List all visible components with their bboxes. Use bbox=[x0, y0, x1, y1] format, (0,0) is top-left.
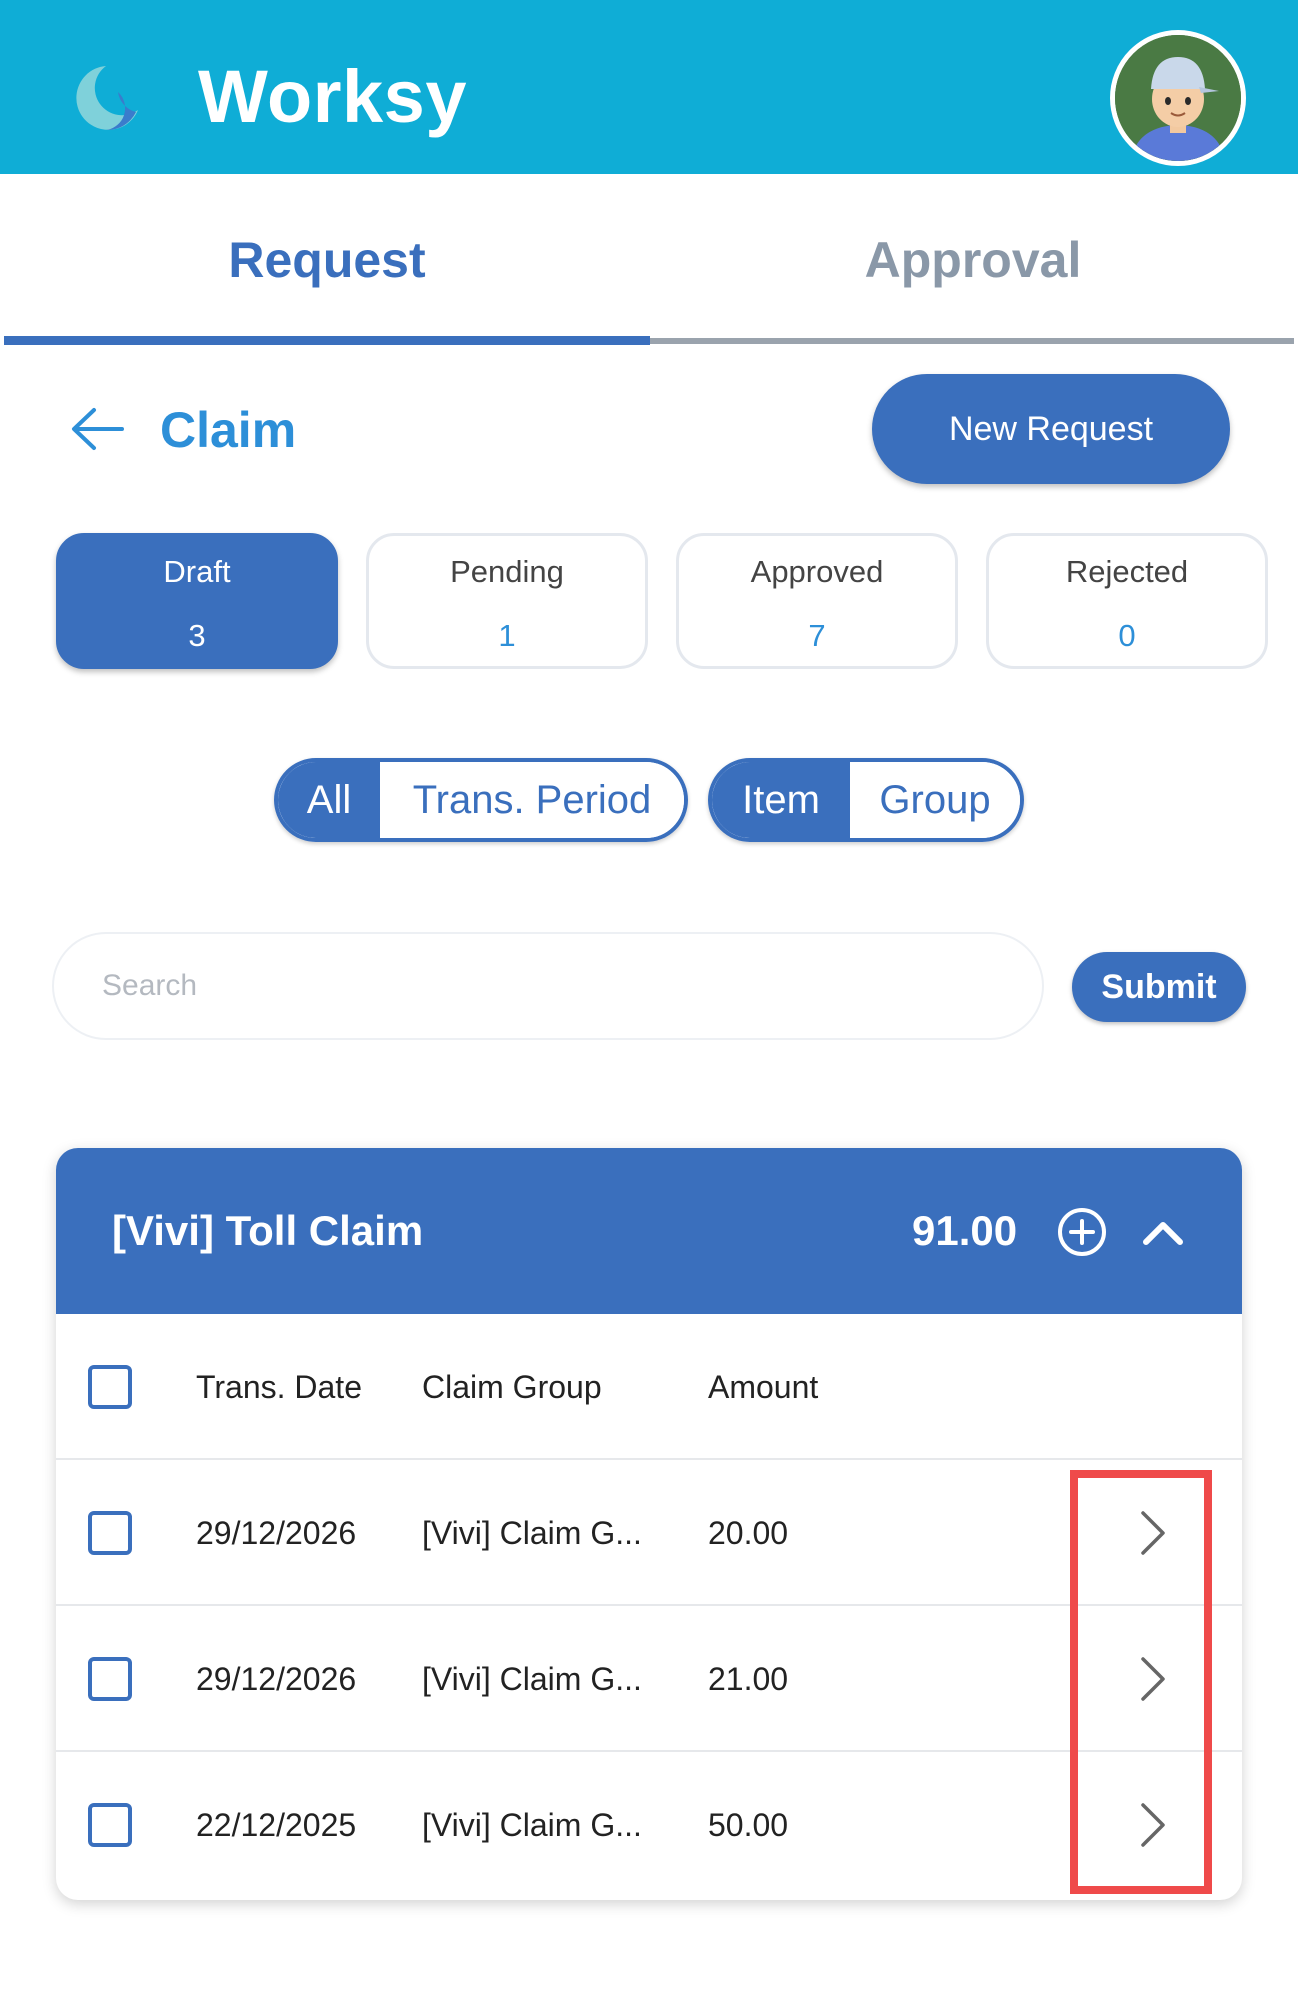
toggle-item[interactable]: Item bbox=[712, 762, 850, 838]
status-count: 3 bbox=[188, 618, 206, 653]
column-header-claim-group: Claim Group bbox=[422, 1368, 602, 1405]
select-all-checkbox[interactable] bbox=[88, 1365, 132, 1409]
status-card-pending[interactable]: Pending 1 bbox=[366, 533, 648, 669]
view-toggle: Item Group bbox=[708, 758, 1024, 842]
toggle-trans-period[interactable]: Trans. Period bbox=[380, 762, 684, 838]
status-label: Rejected bbox=[1065, 554, 1189, 589]
row-claim-group: [Vivi] Claim G... bbox=[422, 1660, 642, 1697]
status-count: 0 bbox=[1118, 618, 1136, 653]
status-card-draft[interactable]: Draft 3 bbox=[56, 533, 338, 669]
status-label: Approved bbox=[750, 554, 884, 589]
row-amount: 20.00 bbox=[708, 1514, 789, 1551]
tab-request[interactable]: Request bbox=[4, 174, 650, 346]
status-label: Draft bbox=[163, 554, 231, 589]
claim-group-total: 91.00 bbox=[912, 1207, 1018, 1254]
claim-group-card: [Vivi] Toll Claim 91.00 Trans. Date Clai… bbox=[56, 1148, 1242, 1900]
new-request-button[interactable]: New Request bbox=[872, 374, 1230, 484]
status-count: 1 bbox=[498, 618, 516, 653]
status-card-approved[interactable]: Approved 7 bbox=[676, 533, 958, 669]
status-label: Pending bbox=[450, 554, 564, 589]
row-date: 22/12/2025 bbox=[196, 1806, 357, 1843]
chevron-up-icon[interactable] bbox=[1138, 1208, 1188, 1258]
highlight-box bbox=[1070, 1470, 1212, 1894]
column-header-amount: Amount bbox=[708, 1368, 819, 1405]
user-avatar-icon bbox=[1115, 35, 1241, 161]
row-checkbox[interactable] bbox=[88, 1803, 132, 1847]
submit-button[interactable]: Submit bbox=[1072, 952, 1246, 1022]
row-amount: 50.00 bbox=[708, 1806, 789, 1843]
claim-group-header[interactable]: [Vivi] Toll Claim 91.00 bbox=[56, 1148, 1242, 1314]
arrow-left-icon[interactable] bbox=[68, 404, 126, 454]
period-toggle: All Trans. Period bbox=[274, 758, 688, 842]
row-claim-group: [Vivi] Claim G... bbox=[422, 1806, 642, 1843]
app-header: Worksy bbox=[0, 0, 1298, 174]
status-card-rejected[interactable]: Rejected 0 bbox=[986, 533, 1268, 669]
toggle-all[interactable]: All bbox=[278, 762, 380, 838]
row-checkbox[interactable] bbox=[88, 1511, 132, 1555]
column-header-date: Trans. Date bbox=[196, 1368, 362, 1405]
table-row[interactable]: 29/12/2026 [Vivi] Claim G... 20.00 bbox=[56, 1460, 1242, 1606]
claim-group-title: [Vivi] Toll Claim bbox=[112, 1207, 424, 1254]
row-amount: 21.00 bbox=[708, 1660, 789, 1697]
row-date: 29/12/2026 bbox=[196, 1660, 357, 1697]
row-checkbox[interactable] bbox=[88, 1657, 132, 1701]
tab-indicator-inactive bbox=[650, 338, 1294, 344]
status-count: 7 bbox=[808, 618, 826, 653]
row-date: 29/12/2026 bbox=[196, 1514, 357, 1551]
page-title: Claim bbox=[160, 402, 297, 458]
tab-approval[interactable]: Approval bbox=[650, 174, 1296, 346]
app-title: Worksy bbox=[198, 55, 467, 138]
tab-bar: Request Approval bbox=[0, 174, 1298, 346]
search-input[interactable] bbox=[52, 932, 1044, 1040]
table-header-row: Trans. Date Claim Group Amount bbox=[56, 1314, 1242, 1460]
avatar[interactable] bbox=[1110, 30, 1246, 166]
plus-circle-icon[interactable] bbox=[1056, 1206, 1108, 1258]
table-row[interactable]: 22/12/2025 [Vivi] Claim G... 50.00 bbox=[56, 1752, 1242, 1898]
moon-logo-icon bbox=[76, 66, 138, 131]
tab-indicator-active bbox=[4, 336, 650, 345]
row-claim-group: [Vivi] Claim G... bbox=[422, 1514, 642, 1551]
table-row[interactable]: 29/12/2026 [Vivi] Claim G... 21.00 bbox=[56, 1606, 1242, 1752]
toggle-group[interactable]: Group bbox=[850, 762, 1020, 838]
